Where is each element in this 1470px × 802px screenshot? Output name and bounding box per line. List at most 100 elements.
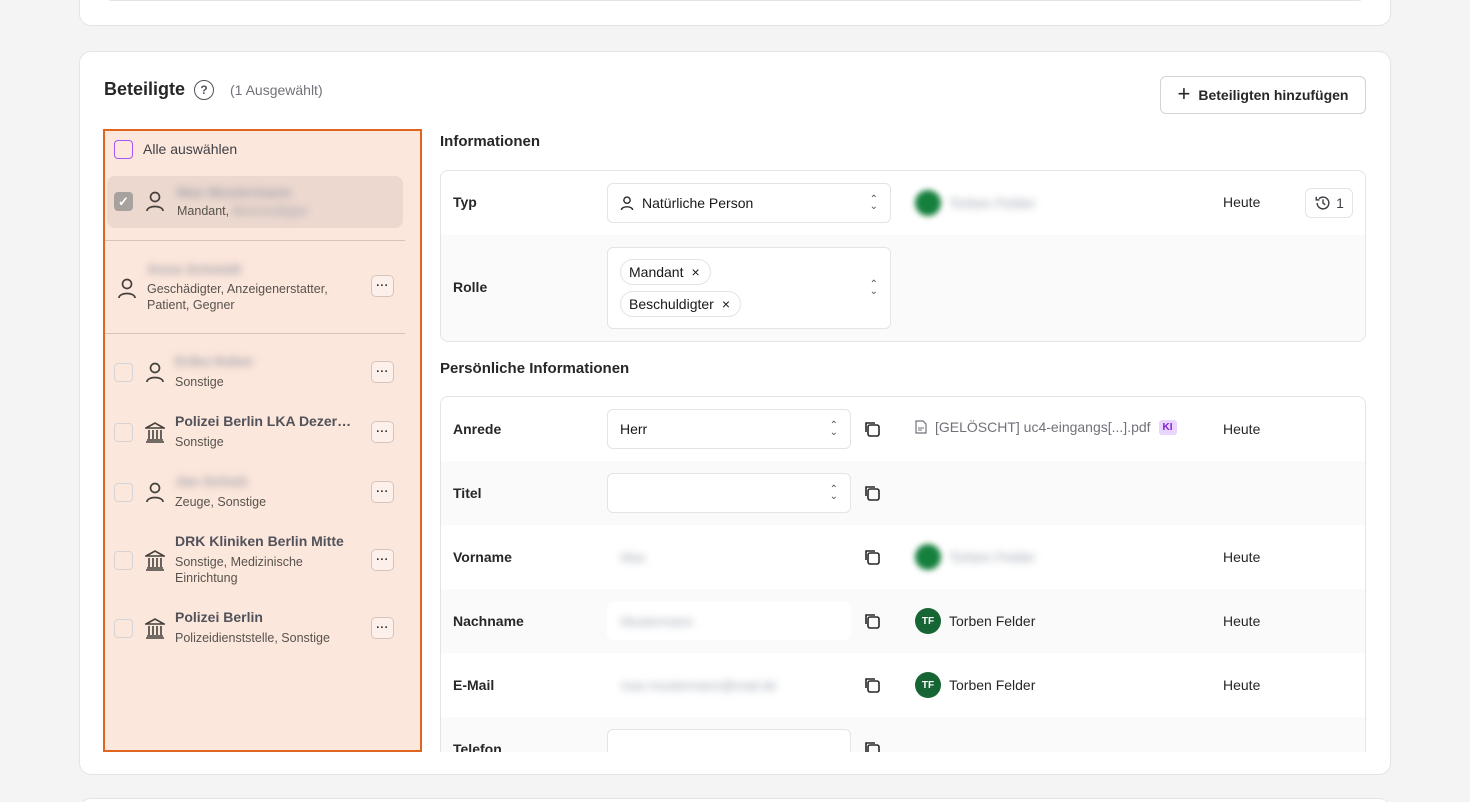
chevron-updown-icon: ⌃ ⌄ [829,420,838,438]
participant-roles: Polizeidienststelle, Sonstige [175,631,330,645]
nachname-input[interactable]: Mustermann [607,602,851,640]
nachname-source: TF Torben Felder [915,608,1035,634]
participant-roles: Sonstige [175,375,224,389]
add-participant-label: Beteiligten hinzufügen [1198,87,1349,103]
telefon-input[interactable] [607,729,851,752]
institution-icon [145,422,165,443]
history-count: 1 [1336,195,1344,211]
institution-icon [145,618,165,639]
email-input[interactable]: max.mustermann@mail.de [607,666,851,704]
person-icon [118,278,136,299]
vorname-input[interactable]: Max [607,538,851,576]
participant-roles: Zeuge, Sonstige [175,495,267,509]
typ-value: Natürliche Person [642,195,754,211]
copy-icon[interactable] [863,676,881,694]
list-item[interactable]: ✓ Max Mustermann Mandant, Beschuldigter [107,176,403,228]
participant-name: Max Mustermann [177,184,292,200]
more-options-button[interactable]: ··· [371,549,394,571]
select-all-checkbox[interactable] [114,140,133,159]
participant-list: Alle auswählen ✓ Max Mustermann Mandant,… [103,129,422,752]
add-participant-button[interactable]: + Beteiligten hinzufügen [1160,76,1366,114]
typ-row: Typ Natürliche Person ⌃ ⌄ Torben Felder H… [441,171,1365,235]
avatar: TF [915,672,941,698]
titel-label: Titel [453,485,482,501]
info-section-title: Informationen [440,133,540,150]
list-item[interactable]: Polizei Berlin Polizeidienststelle, Sons… [105,607,420,657]
personal-table: Anrede Herr ⌃ ⌄ [GELÖSCHT] uc4-eingangs[.… [440,396,1366,752]
rolle-multiselect[interactable]: Mandant × Beschuldigter × ⌃ ⌄ [607,247,891,329]
vorname-date: Heute [1223,549,1261,565]
telefon-row: Telefon [441,717,1365,752]
participant-name: DRK Kliniken Berlin Mitte [175,533,344,549]
list-item[interactable]: Anna Schmidt Geschädigter, Anzeigenersta… [105,251,420,331]
typ-select[interactable]: Natürliche Person ⌃ ⌄ [607,183,891,223]
avatar [915,544,941,570]
copy-icon[interactable] [863,420,881,438]
role-chip: Mandant × [620,259,711,285]
chevron-updown-icon: ⌃ ⌄ [829,484,838,502]
anrede-label: Anrede [453,421,502,437]
remove-icon[interactable]: × [722,296,730,312]
divider [105,333,405,334]
info-table: Typ Natürliche Person ⌃ ⌄ Torben Felder H… [440,170,1366,342]
list-item[interactable]: Polizei Berlin LKA Dezer… Sonstige ··· [105,411,420,461]
institution-icon [145,550,165,571]
vorname-source: Torben Felder [915,544,1035,570]
copy-icon[interactable] [863,740,881,752]
participants-card: Beteiligte ? (1 Ausgewählt) + Beteiligte… [79,51,1391,775]
role-chip: Beschuldigter × [620,291,742,317]
typ-date: Heute [1223,194,1261,210]
avatar: TF [915,608,941,634]
more-options-button[interactable]: ··· [371,481,394,503]
item-checkbox[interactable] [114,619,133,638]
list-item[interactable]: Erika Huber Sonstige ··· [105,351,420,401]
telefon-label: Telefon [453,741,502,752]
anrede-date: Heute [1223,421,1261,437]
chevron-updown-icon: ⌃ ⌄ [869,194,878,212]
list-item[interactable]: DRK Kliniken Berlin Mitte Sonstige, Medi… [105,531,420,591]
more-options-button[interactable]: ··· [371,421,394,443]
copy-icon[interactable] [863,612,881,630]
nachname-date: Heute [1223,613,1261,629]
participant-name: Polizei Berlin [175,609,263,625]
copy-icon[interactable] [863,484,881,502]
nachname-label: Nachname [453,613,524,629]
item-checkbox[interactable] [114,423,133,442]
remove-icon[interactable]: × [691,264,699,280]
nachname-row: Nachname Mustermann TF Torben Felder Heu… [441,589,1365,653]
rolle-label: Rolle [453,279,488,295]
item-checkbox[interactable] [114,363,133,382]
titel-select[interactable]: ⌃ ⌄ [607,473,851,513]
list-item[interactable]: Jan Schulz Zeuge, Sonstige ··· [105,471,420,521]
more-options-button[interactable]: ··· [371,617,394,639]
participant-name: Jan Schulz [175,473,249,489]
select-all-label[interactable]: Alle auswählen [143,141,237,157]
more-options-button[interactable]: ··· [371,361,394,383]
email-date: Heute [1223,677,1261,693]
typ-label: Typ [453,194,477,210]
copy-icon[interactable] [863,548,881,566]
history-button[interactable]: 1 [1305,188,1353,218]
selection-count: (1 Ausgewählt) [230,82,323,98]
email-source: TF Torben Felder [915,672,1035,698]
history-icon [1315,196,1330,210]
person-icon [620,196,634,211]
email-label: E-Mail [453,677,495,693]
next-card [79,798,1391,802]
participant-roles: Sonstige [175,435,224,449]
divider [105,240,405,241]
person-icon [146,362,164,383]
typ-source: Torben Felder [915,190,1035,216]
item-checkbox[interactable]: ✓ [114,192,133,211]
participant-roles: Sonstige, Medizinische Einrichtung [175,555,303,585]
vorname-row: Vorname Max Torben Felder Heute [441,525,1365,589]
participant-roles: Mandant, Beschuldigter [177,204,309,218]
anrede-source[interactable]: [GELÖSCHT] uc4-eingangs[...].pdf KI [915,419,1177,435]
rolle-row: Rolle Mandant × Beschuldigter × ⌃ ⌄ [441,235,1365,341]
chevron-updown-icon: ⌃ ⌄ [869,279,878,297]
help-icon[interactable]: ? [194,80,214,100]
more-options-button[interactable]: ··· [371,275,394,297]
anrede-select[interactable]: Herr ⌃ ⌄ [607,409,851,449]
item-checkbox[interactable] [114,551,133,570]
item-checkbox[interactable] [114,483,133,502]
